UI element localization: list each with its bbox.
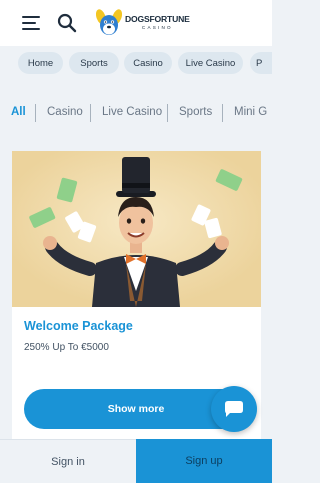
auth-bar: Sign in Sign up	[0, 439, 272, 483]
header: DOGSFORTUNE CASINO	[0, 0, 272, 46]
dog-logo-icon	[96, 9, 122, 35]
tab-live-casino[interactable]: Live Casino	[102, 106, 162, 118]
promo-title: Welcome Package	[24, 319, 133, 333]
quick-nav-live-casino[interactable]: Live Casino	[178, 52, 243, 74]
tab-divider	[90, 104, 91, 122]
sign-up-button[interactable]: Sign up	[136, 439, 272, 483]
tab-mini-games[interactable]: Mini G	[234, 106, 267, 118]
sign-in-button[interactable]: Sign in	[0, 439, 136, 483]
chat-icon	[225, 401, 243, 417]
quick-nav-home[interactable]: Home	[18, 52, 63, 74]
logo-name: DOGSFORTUNE	[125, 14, 190, 25]
tab-all[interactable]: All	[11, 106, 26, 118]
quick-nav-sports[interactable]: Sports	[69, 52, 119, 74]
logo[interactable]: DOGSFORTUNE CASINO	[96, 8, 190, 38]
promo-image[interactable]	[12, 151, 261, 307]
tab-divider	[222, 104, 223, 122]
menu-icon[interactable]	[22, 16, 40, 30]
search-icon[interactable]	[57, 13, 77, 33]
tab-casino[interactable]: Casino	[47, 106, 83, 118]
tab-divider	[167, 104, 168, 122]
quick-nav: Home Sports Casino Live Casino P	[0, 46, 272, 84]
logo-tagline: CASINO	[141, 25, 173, 30]
quick-nav-more[interactable]: P	[250, 52, 272, 74]
promo-subtitle: 250% Up To €5000	[24, 342, 109, 353]
chat-button[interactable]	[211, 386, 257, 432]
tab-divider	[35, 104, 36, 122]
tab-sports[interactable]: Sports	[179, 106, 212, 118]
magician-illustration	[12, 151, 261, 307]
category-tabs: All Casino Live Casino Sports Mini G	[0, 96, 272, 130]
quick-nav-casino[interactable]: Casino	[124, 52, 172, 74]
